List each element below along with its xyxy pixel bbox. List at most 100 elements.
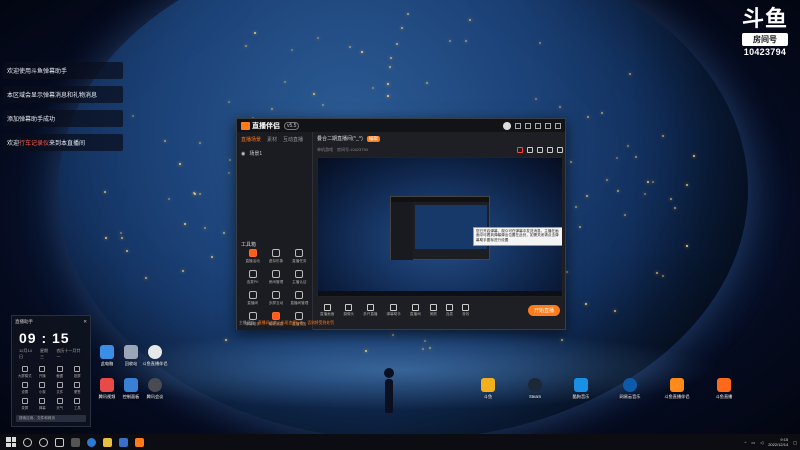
edit-tag-button[interactable]: 编辑 bbox=[366, 135, 380, 142]
edge-icon[interactable] bbox=[87, 437, 96, 447]
widget-shortcut[interactable]: 投屏 bbox=[69, 366, 87, 378]
cortana-icon[interactable] bbox=[39, 437, 48, 447]
widget-shortcut[interactable]: 截图 bbox=[51, 366, 69, 378]
activity-icon bbox=[248, 249, 257, 257]
widget-shortcut[interactable]: 大屏模式 bbox=[16, 366, 34, 378]
tab-scene[interactable]: 直播场景 bbox=[241, 136, 261, 143]
douyu-logo: 斗鱼 房间号 10423794 bbox=[742, 8, 788, 57]
desktop-icon-meeting[interactable]: 腾讯会议 bbox=[138, 378, 172, 400]
go-live-button[interactable]: 开始直播 bbox=[527, 304, 560, 316]
tool-live-room[interactable]: 直播间 bbox=[410, 303, 421, 317]
screen-icon bbox=[323, 303, 331, 311]
clock-widget[interactable]: 直播助手 ✕ 09 : 15 12月14日 星期三 农历十一月廿一 大屏模式 开播… bbox=[11, 315, 91, 427]
maximize-button[interactable] bbox=[545, 122, 551, 129]
tool-item[interactable]: 虚拟形象 bbox=[264, 249, 287, 264]
desktop-icon-netease-music[interactable]: 网易云音乐 bbox=[613, 378, 647, 400]
screenshot-icon bbox=[56, 366, 63, 372]
speaker-icon bbox=[462, 303, 470, 311]
tool-item[interactable]: 连麦PK bbox=[241, 270, 264, 285]
city-light bbox=[559, 105, 562, 108]
store-icon[interactable] bbox=[119, 437, 128, 447]
app-titlebar[interactable]: 直播伴侣 v5.5 bbox=[237, 119, 565, 132]
file-explorer-icon[interactable] bbox=[71, 437, 80, 447]
fullscreen-icon[interactable] bbox=[547, 147, 553, 153]
city-light bbox=[560, 338, 563, 341]
tool-link-mic[interactable]: 连麦 bbox=[446, 303, 453, 317]
city-light bbox=[673, 207, 676, 210]
network-icon[interactable]: ▭ bbox=[751, 440, 755, 445]
tool-item[interactable]: 主播认证 bbox=[288, 270, 311, 285]
avatar[interactable] bbox=[503, 121, 511, 130]
desktop-icon-kugou[interactable]: 酷狗音乐 bbox=[564, 378, 598, 400]
stream-preview[interactable]: 您已开启弹幕，观众可在弹幕中发送消息，主播在画面中可看到弹幕弹出位置在此处，如需… bbox=[317, 157, 563, 297]
douyu-icon bbox=[481, 378, 495, 392]
tool-item[interactable]: 直播任务 bbox=[288, 249, 311, 264]
share-icon[interactable] bbox=[557, 147, 563, 153]
widget-shortcut[interactable]: 天气 bbox=[51, 398, 69, 410]
streaming-app-window[interactable]: 直播伴侣 v5.5 直播场景 素材 互动直播 ◉ 场景1 工具箱 直播活动 虚拟… bbox=[236, 118, 566, 330]
tool-beauty[interactable]: 美颜 bbox=[430, 303, 437, 317]
notification-icon[interactable]: ▢ bbox=[793, 440, 797, 445]
tool-item[interactable]: 直播活动 bbox=[241, 249, 264, 264]
record-icon[interactable] bbox=[517, 147, 523, 153]
chevron-up-icon[interactable]: ^ bbox=[744, 440, 746, 445]
start-button[interactable] bbox=[6, 437, 16, 447]
tool-danmaku[interactable]: 弹幕助手 bbox=[387, 303, 401, 317]
app-sidebar: 直播场景 素材 互动直播 ◉ 场景1 工具箱 直播活动 虚拟形象 直播任务 连麦… bbox=[237, 132, 313, 330]
widget-shortcut[interactable]: 开播 bbox=[34, 366, 52, 378]
widget-shortcut[interactable]: 录屏 bbox=[16, 398, 34, 410]
task-view-icon[interactable] bbox=[55, 437, 64, 447]
tool-sound-effect[interactable]: 音效 bbox=[462, 303, 470, 317]
stream-title[interactable]: 叠合二期直播间(^_^) bbox=[317, 135, 363, 142]
app-logo-icon bbox=[241, 121, 250, 130]
desktop-icon-streamer-app[interactable]: 斗鱼直播伴侣 bbox=[138, 345, 172, 367]
desktop-icon-streamer-companion[interactable]: 斗鱼直播伴侣 bbox=[660, 378, 694, 400]
tab-interactive[interactable]: 互动直播 bbox=[283, 136, 303, 143]
widget-search-input[interactable]: 搜索应用、文件和网页 bbox=[16, 415, 86, 422]
taskbar-clock[interactable]: 9:15 2022/12/14 bbox=[768, 437, 788, 447]
recycle-bin-icon bbox=[124, 345, 138, 359]
close-icon[interactable]: ✕ bbox=[83, 319, 87, 325]
scene-item[interactable]: ◉ 场景1 bbox=[237, 147, 312, 160]
tool-item[interactable]: 直播间管理 bbox=[288, 291, 311, 306]
tool-multi-live[interactable]: 多开直播 bbox=[363, 303, 378, 317]
desktop-icon-douyu-live[interactable]: 斗鱼直播 bbox=[707, 378, 741, 400]
stream-category[interactable]: 单机游戏 bbox=[317, 147, 333, 153]
tool-item[interactable]: 直播间 bbox=[241, 291, 264, 306]
settings-icon[interactable] bbox=[515, 122, 521, 129]
widget-shortcut[interactable]: 工具 bbox=[69, 398, 87, 410]
search-icon[interactable] bbox=[23, 437, 32, 447]
desktop-icon-douyu[interactable]: 斗鱼 bbox=[471, 378, 505, 400]
city-light bbox=[615, 156, 618, 159]
widget-shortcut[interactable]: 弹幕 bbox=[34, 398, 52, 410]
video-icon bbox=[100, 378, 114, 392]
tool-item[interactable]: 多屏互动 bbox=[264, 291, 287, 306]
close-button[interactable] bbox=[555, 122, 561, 129]
chat-icon[interactable] bbox=[537, 147, 543, 153]
tool-item[interactable]: 房间管理 bbox=[264, 270, 287, 285]
city-light bbox=[183, 222, 186, 225]
folder-icon[interactable] bbox=[103, 437, 112, 447]
clock-date: 12月14日 bbox=[19, 348, 32, 359]
gift-icon[interactable] bbox=[527, 147, 533, 153]
widget-shortcut[interactable]: 便签 bbox=[69, 382, 87, 394]
city-light bbox=[566, 270, 569, 273]
widget-shortcut[interactable]: 文件 bbox=[51, 382, 69, 394]
eye-icon[interactable]: ◉ bbox=[241, 151, 245, 157]
tab-assets[interactable]: 素材 bbox=[267, 136, 277, 143]
menu-icon[interactable] bbox=[525, 122, 531, 129]
city-light bbox=[312, 92, 315, 95]
city-light bbox=[423, 340, 426, 343]
desktop-icon-steam[interactable]: Steam bbox=[518, 378, 552, 399]
danmaku-icon bbox=[39, 398, 46, 404]
chat-overlay: 欢迎使用斗鱼弹幕助手 本区域会显示弹幕消息和礼物消息 添加弹幕助手成功 欢迎行车… bbox=[3, 62, 123, 158]
volume-icon[interactable]: ◁ bbox=[760, 440, 763, 445]
taskbar: ^ ▭ ◁ 9:15 2022/12/14 ▢ bbox=[0, 434, 800, 450]
widget-shortcut[interactable]: 小窗 bbox=[34, 382, 52, 394]
widget-shortcut[interactable]: 设置 bbox=[16, 382, 34, 394]
chat-message: 添加弹幕助手成功 bbox=[3, 110, 123, 127]
minimize-button[interactable] bbox=[535, 122, 541, 129]
tool-camera[interactable]: 摄像头 bbox=[343, 303, 354, 317]
tool-screen-capture[interactable]: 直播画面 bbox=[320, 303, 334, 317]
streaming-app-taskbar-icon[interactable] bbox=[135, 437, 144, 447]
